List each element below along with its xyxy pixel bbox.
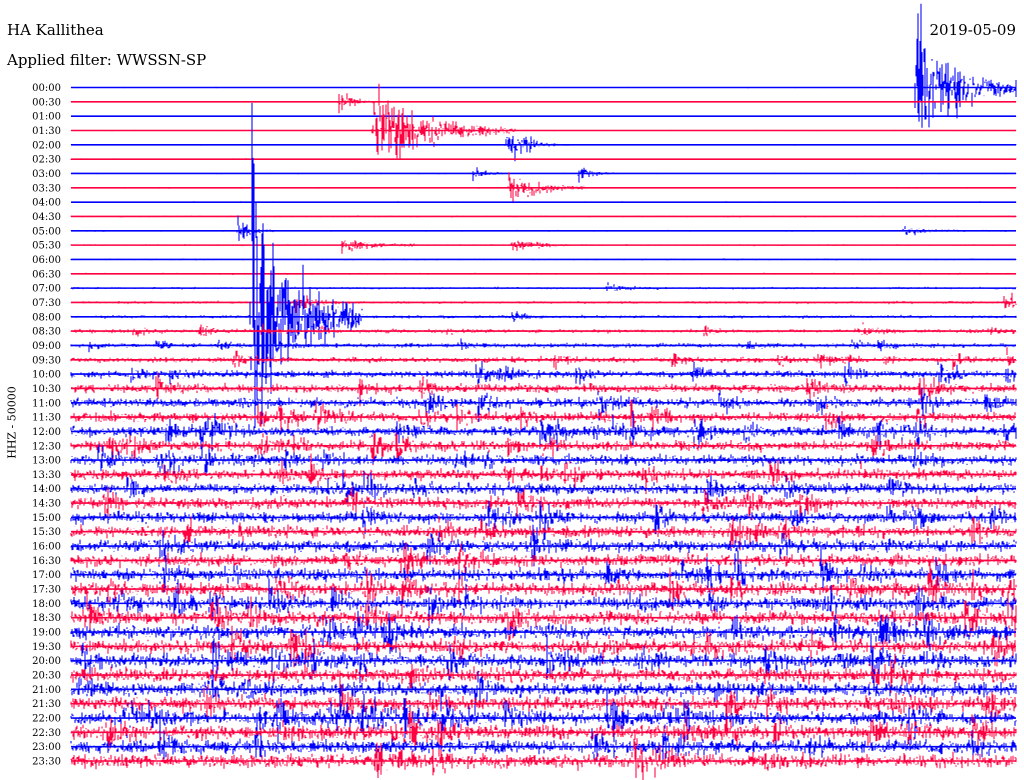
row-time-label: 14:00 — [32, 484, 61, 495]
trace-line — [70, 102, 1017, 428]
row-label-group: 00:00 00:30 01:00 01:30 02:00 02:30 03:00 03:30… — [32, 83, 61, 768]
row-time-label: 02:30 — [32, 155, 61, 166]
row-time-label: 18:00 — [32, 599, 61, 610]
row-time-label: 13:30 — [32, 470, 61, 481]
trace-line — [70, 135, 1017, 162]
row-time-label: 01:30 — [32, 126, 61, 137]
row-time-label: 00:30 — [32, 97, 61, 108]
trace-line — [70, 240, 1016, 254]
row-time-label: 22:00 — [32, 714, 61, 725]
row-time-label: 17:00 — [32, 570, 61, 581]
row-time-label: 17:30 — [32, 585, 61, 596]
row-time-label: 06:30 — [32, 269, 61, 280]
row-time-label: 11:30 — [32, 413, 61, 424]
row-time-label: 16:30 — [32, 556, 61, 567]
row-time-label: 21:30 — [32, 699, 61, 710]
row-time-label: 19:30 — [32, 642, 61, 653]
row-time-label: 12:30 — [32, 441, 61, 452]
row-time-label: 08:30 — [32, 327, 61, 338]
row-time-label: 15:00 — [32, 513, 61, 524]
row-time-label: 12:00 — [32, 427, 61, 438]
row-time-label: 05:30 — [32, 241, 61, 252]
row-time-label: 07:00 — [32, 284, 61, 295]
row-time-label: 14:30 — [32, 499, 61, 510]
row-time-label: 08:00 — [32, 312, 61, 323]
row-time-label: 15:30 — [32, 527, 61, 538]
row-time-label: 07:30 — [32, 298, 61, 309]
row-time-label: 20:00 — [32, 656, 61, 667]
row-time-label: 04:30 — [32, 212, 61, 223]
row-time-label: 23:30 — [32, 757, 61, 768]
row-time-label: 02:00 — [32, 140, 61, 151]
row-time-label: 13:00 — [32, 456, 61, 467]
trace-line — [70, 347, 1017, 370]
trace-line — [70, 167, 1017, 183]
row-time-label: 21:00 — [32, 685, 61, 696]
row-time-label: 09:30 — [32, 355, 61, 366]
row-time-label: 10:30 — [32, 384, 61, 395]
helicorder-plot: 00:00 00:30 01:00 01:30 02:00 02:30 03:00 03:30… — [32, 3, 1017, 780]
row-time-label: 03:30 — [32, 183, 61, 194]
trace-line — [70, 3, 1016, 128]
row-time-label: 06:00 — [32, 255, 61, 266]
row-time-label: 00:00 — [32, 83, 61, 94]
trace-group — [70, 3, 1017, 780]
row-time-label: 09:00 — [32, 341, 61, 352]
row-time-label: 11:00 — [32, 398, 61, 409]
row-time-label: 23:00 — [32, 742, 61, 753]
trace-line — [70, 93, 1017, 114]
row-time-label: 18:30 — [32, 613, 61, 624]
row-time-label: 01:00 — [32, 112, 61, 123]
trace-line — [70, 215, 1017, 241]
row-time-label: 20:30 — [32, 671, 61, 682]
row-time-label: 05:00 — [32, 226, 61, 237]
row-time-label: 22:30 — [32, 728, 61, 739]
row-time-label: 16:00 — [32, 542, 61, 553]
row-time-label: 19:00 — [32, 628, 61, 639]
trace-line — [70, 322, 1017, 337]
row-time-label: 03:00 — [32, 169, 61, 180]
trace-line — [70, 83, 1017, 160]
row-time-label: 10:00 — [32, 370, 61, 381]
row-time-label: 04:00 — [32, 198, 61, 209]
trace-line — [70, 282, 1017, 291]
channel-axis-label: HHZ - 50000 — [5, 386, 19, 459]
